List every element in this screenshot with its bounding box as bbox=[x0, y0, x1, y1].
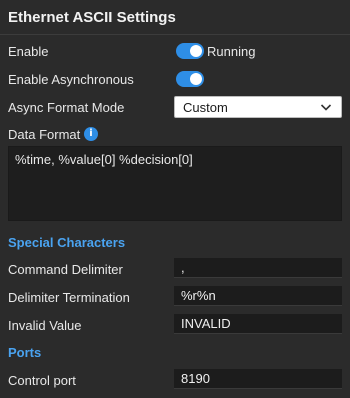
panel-title: Ethernet ASCII Settings bbox=[8, 9, 176, 26]
format-mode-select[interactable]: Custom bbox=[174, 96, 342, 118]
data-format-textarea[interactable]: %time, %value[0] %decision[0] bbox=[8, 146, 342, 221]
command-delimiter-input[interactable]: , bbox=[174, 258, 342, 278]
ports-heading: Ports bbox=[8, 345, 42, 360]
toggle-knob bbox=[190, 73, 202, 85]
invalid-value-input[interactable]: INVALID bbox=[174, 314, 342, 334]
ethernet-ascii-settings-panel: Ethernet ASCII Settings Enable Running E… bbox=[0, 0, 350, 398]
control-port-input[interactable]: 8190 bbox=[174, 369, 342, 389]
command-delimiter-label: Command Delimiter bbox=[8, 262, 123, 277]
title-divider bbox=[0, 34, 350, 35]
enable-toggle[interactable] bbox=[176, 43, 204, 59]
format-mode-label: Async Format Mode bbox=[8, 100, 125, 115]
info-icon[interactable]: i bbox=[84, 127, 98, 141]
format-mode-value: Custom bbox=[183, 100, 228, 115]
invalid-value-label: Invalid Value bbox=[8, 318, 82, 333]
enable-status-text: Running bbox=[207, 44, 256, 59]
data-format-label: Data Format bbox=[8, 127, 81, 142]
enable-async-toggle[interactable] bbox=[176, 71, 204, 87]
delimiter-termination-label: Delimiter Termination bbox=[8, 290, 130, 305]
special-characters-heading: Special Characters bbox=[8, 235, 126, 250]
control-port-label: Control port bbox=[8, 373, 76, 388]
enable-label: Enable bbox=[8, 44, 49, 59]
enable-async-label: Enable Asynchronous bbox=[8, 72, 134, 87]
chevron-down-icon bbox=[320, 104, 332, 111]
delimiter-termination-input[interactable]: %r%n bbox=[174, 286, 342, 306]
toggle-knob bbox=[190, 45, 202, 57]
